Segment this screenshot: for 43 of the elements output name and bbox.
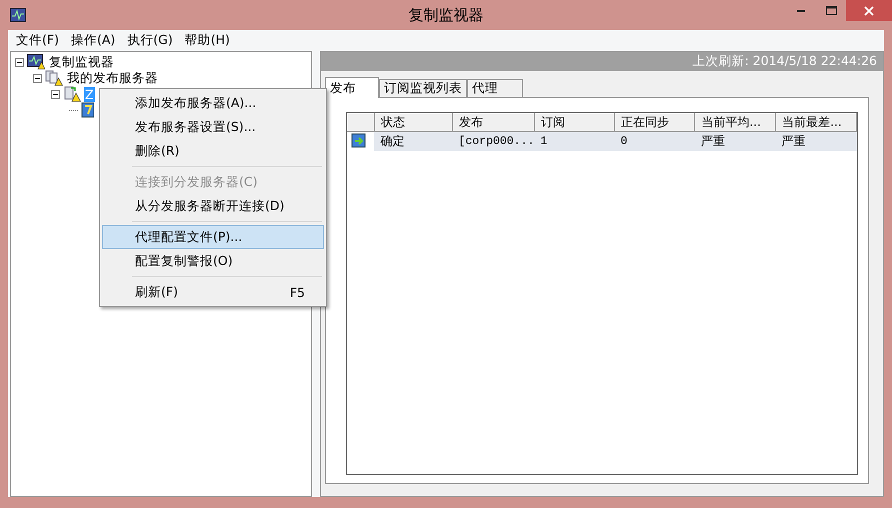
column-header[interactable]: 当前最差... bbox=[776, 114, 856, 132]
context-menu[interactable]: 发布服务器设置(S)... bbox=[102, 115, 324, 139]
close-icon bbox=[863, 4, 875, 16]
publication-icon bbox=[81, 102, 94, 118]
collapse-icon[interactable] bbox=[33, 74, 42, 82]
column-header[interactable]: 发布 bbox=[452, 114, 534, 132]
context-menu[interactable]: 代理配置文件(P)... bbox=[102, 225, 324, 249]
column-header[interactable]: 订阅 bbox=[534, 114, 614, 132]
collapse-icon[interactable] bbox=[15, 58, 24, 66]
table-cell: 1 bbox=[534, 132, 614, 151]
column-header[interactable]: 当前平均... bbox=[694, 114, 776, 132]
table-cell: 严重 bbox=[776, 132, 856, 151]
servers-warning-icon bbox=[45, 70, 63, 86]
minimize-icon[interactable] bbox=[797, 10, 805, 12]
tab[interactable]: 代理 bbox=[467, 79, 523, 97]
tree-node[interactable]: 我的发布服务器 bbox=[66, 70, 159, 86]
tab[interactable]: 订阅监视列表 bbox=[379, 79, 467, 97]
context-menu[interactable]: 从分发服务器断开连接(D) bbox=[102, 194, 324, 218]
context-menu[interactable]: 配置复制警报(O) bbox=[102, 249, 324, 273]
menu-item[interactable]: 执行(G) bbox=[121, 32, 179, 48]
table-cell: 严重 bbox=[694, 132, 776, 151]
monitor-warning-icon bbox=[27, 54, 45, 70]
table-cell: 0 bbox=[614, 132, 695, 151]
menu-item[interactable]: 操作(A) bbox=[64, 32, 122, 48]
column-header[interactable]: 正在同步 bbox=[614, 114, 695, 132]
status-ok-icon bbox=[350, 132, 366, 148]
window-title: 复制监视器 bbox=[408, 6, 484, 24]
column-header[interactable]: 状态 bbox=[374, 114, 452, 132]
collapse-icon[interactable] bbox=[51, 90, 60, 98]
table-cell: 确定 bbox=[374, 132, 452, 151]
context-menu[interactable]: 刷新(F) F5 bbox=[102, 280, 324, 304]
maximize-icon[interactable] bbox=[826, 6, 836, 15]
tree-node[interactable]: 复制监视器 bbox=[48, 54, 115, 70]
server-warning-icon bbox=[63, 86, 81, 102]
table-cell: [corp000... bbox=[452, 132, 534, 151]
menu-item[interactable]: 帮助(H) bbox=[178, 32, 236, 48]
context-menu[interactable]: 添加发布服务器(A)... bbox=[102, 91, 324, 115]
context-menu[interactable]: 删除(R) bbox=[102, 139, 324, 163]
tab[interactable]: 发布 bbox=[325, 77, 379, 98]
app-icon bbox=[10, 8, 26, 22]
close-button[interactable] bbox=[846, 0, 892, 21]
menu-item[interactable]: 文件(F) bbox=[10, 32, 65, 48]
last-refresh-text: 上次刷新: 2014/5/18 22:44:26 bbox=[692, 53, 877, 70]
